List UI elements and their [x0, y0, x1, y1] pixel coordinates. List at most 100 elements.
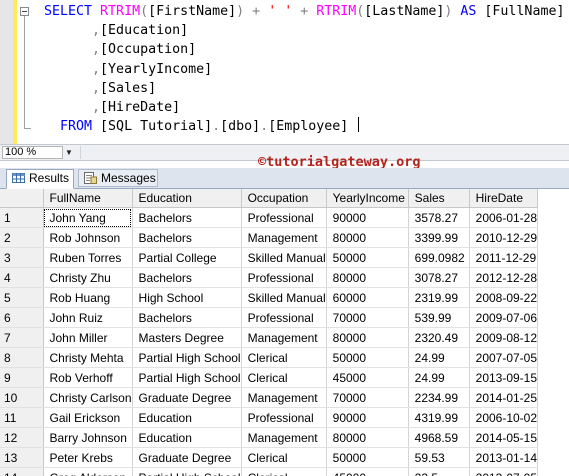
- grid-cell[interactable]: 2320.49: [408, 327, 470, 348]
- grid-cell[interactable]: 2014-05-15: [469, 427, 539, 448]
- grid-cell[interactable]: Partial College: [132, 247, 242, 268]
- collapse-icon[interactable]: [20, 7, 29, 16]
- grid-cell[interactable]: 2013-09-15: [469, 367, 539, 388]
- table-row[interactable]: 5 Rob Huang High School Skilled Manual 60000…: [0, 287, 539, 308]
- grid-cell[interactable]: Partial High School: [132, 347, 242, 368]
- table-row[interactable]: 12 Barry Johnson Education Management 80000 4…: [0, 427, 539, 448]
- grid-cell[interactable]: Gail Erickson: [43, 407, 133, 428]
- grid-cell[interactable]: Professional: [241, 267, 327, 288]
- row-number[interactable]: 5: [0, 287, 44, 308]
- grid-cell[interactable]: Clerical: [241, 447, 327, 468]
- grid-cell[interactable]: 90000: [326, 407, 409, 428]
- table-row[interactable]: 11 Gail Erickson Education Professional 9000…: [0, 407, 539, 428]
- column-header[interactable]: Occupation: [241, 189, 327, 208]
- row-number[interactable]: 12: [0, 427, 44, 448]
- grid-cell[interactable]: Professional: [241, 407, 327, 428]
- code-line[interactable]: ,[Education]: [44, 21, 564, 40]
- grid-cell[interactable]: Management: [241, 327, 327, 348]
- grid-cell[interactable]: Barry Johnson: [43, 427, 133, 448]
- grid-cell[interactable]: 50000: [326, 347, 409, 368]
- dropdown-arrow-icon[interactable]: ▼: [65, 149, 73, 157]
- grid-cell[interactable]: Skilled Manual: [241, 287, 327, 308]
- grid-cell[interactable]: Management: [241, 227, 327, 248]
- grid-cell[interactable]: 80000: [326, 327, 409, 348]
- grid-cell[interactable]: 2319.99: [408, 287, 470, 308]
- grid-cell[interactable]: Ruben Torres: [43, 247, 133, 268]
- code-line[interactable]: FROM [SQL Tutorial].[dbo].[Employee]: [44, 117, 564, 136]
- grid-cell[interactable]: Rob Verhoff: [43, 367, 133, 388]
- grid-cell[interactable]: 80000: [326, 427, 409, 448]
- sql-code[interactable]: SELECT RTRIM([FirstName]) + ' ' + RTRIM(…: [44, 2, 564, 136]
- grid-cell[interactable]: 45000: [326, 367, 409, 388]
- grid-cell[interactable]: 70000: [326, 307, 409, 328]
- grid-cell[interactable]: 2007-07-05: [469, 347, 539, 368]
- grid-cell[interactable]: 699.0982: [408, 247, 470, 268]
- grid-cell[interactable]: Management: [241, 387, 327, 408]
- grid-cell[interactable]: 80000: [326, 267, 409, 288]
- table-row[interactable]: 1 John Yang Bachelors Professional 90000 3578…: [0, 207, 539, 228]
- grid-cell[interactable]: 3078.27: [408, 267, 470, 288]
- grid-cell[interactable]: 4968.59: [408, 427, 470, 448]
- code-line[interactable]: ,[YearlyIncome]: [44, 60, 564, 79]
- grid-cell[interactable]: 2006-10-02: [469, 407, 539, 428]
- grid-cell[interactable]: 90000: [326, 207, 409, 228]
- row-number[interactable]: 10: [0, 387, 44, 408]
- row-number[interactable]: 1: [0, 207, 44, 228]
- table-row[interactable]: 13 Peter Krebs Graduate Degree Clerical 5000…: [0, 447, 539, 468]
- table-row[interactable]: 3 Ruben Torres Partial College Skilled Manu…: [0, 247, 539, 268]
- grid-cell[interactable]: 3578.27: [408, 207, 470, 228]
- grid-cell[interactable]: 24.99: [408, 367, 470, 388]
- grid-cell[interactable]: Bachelors: [132, 267, 242, 288]
- code-line[interactable]: ,[Occupation]: [44, 40, 564, 59]
- row-number[interactable]: 2: [0, 227, 44, 248]
- row-number[interactable]: 14: [0, 467, 44, 476]
- grid-cell[interactable]: Christy Zhu: [43, 267, 133, 288]
- grid-cell[interactable]: Education: [132, 407, 242, 428]
- grid-cell[interactable]: 2009-07-06: [469, 307, 539, 328]
- grid-cell[interactable]: Clerical: [241, 367, 327, 388]
- table-row[interactable]: 10 Christy Carlson Graduate Degree Manageme…: [0, 387, 539, 408]
- table-row[interactable]: 14Greg AldersonPartial High SchoolCleric…: [0, 467, 539, 476]
- code-line[interactable]: ,[Sales]: [44, 79, 564, 98]
- grid-cell[interactable]: Graduate Degree: [132, 447, 242, 468]
- column-header[interactable]: HireDate: [469, 189, 539, 208]
- grid-cell[interactable]: Peter Krebs: [43, 447, 133, 468]
- grid-cell[interactable]: Management: [241, 427, 327, 448]
- row-number[interactable]: 4: [0, 267, 44, 288]
- grid-cell[interactable]: 4319.99: [408, 407, 470, 428]
- grid-cell[interactable]: 2014-01-25: [469, 387, 539, 408]
- table-row[interactable]: 6 John Ruiz Bachelors Professional 70000 539.…: [0, 307, 539, 328]
- grid-cell[interactable]: John Ruiz: [43, 307, 133, 328]
- results-grid[interactable]: FullName Education Occupation YearlyIncome S…: [0, 189, 569, 476]
- grid-cell[interactable]: 23.5: [408, 467, 470, 476]
- grid-cell[interactable]: Partial High School: [132, 367, 242, 388]
- grid-cell[interactable]: Greg Alderson: [43, 467, 133, 476]
- grid-cell[interactable]: 70000: [326, 387, 409, 408]
- grid-cell[interactable]: Clerical: [241, 467, 327, 476]
- row-number[interactable]: 13: [0, 447, 44, 468]
- grid-cell[interactable]: 59.53: [408, 447, 470, 468]
- table-row[interactable]: 7 John Miller Masters Degree Management 8000…: [0, 327, 539, 348]
- code-line[interactable]: SELECT RTRIM([FirstName]) + ' ' + RTRIM(…: [44, 2, 564, 21]
- grid-corner[interactable]: [0, 189, 44, 208]
- table-row[interactable]: 2 Rob Johnson Bachelors Management 80000 3399…: [0, 227, 539, 248]
- grid-cell[interactable]: Graduate Degree: [132, 387, 242, 408]
- grid-cell[interactable]: High School: [132, 287, 242, 308]
- table-row[interactable]: 8 Christy Mehta Partial High School Clerica…: [0, 347, 539, 368]
- grid-cell[interactable]: 2012-12-28: [469, 267, 539, 288]
- grid-cell[interactable]: Masters Degree: [132, 327, 242, 348]
- row-number[interactable]: 11: [0, 407, 44, 428]
- row-number[interactable]: 7: [0, 327, 44, 348]
- grid-cell[interactable]: 24.99: [408, 347, 470, 368]
- grid-cell[interactable]: 2008-09-22: [469, 287, 539, 308]
- grid-cell[interactable]: 2011-12-29: [469, 247, 539, 268]
- grid-cell[interactable]: 2006-01-28: [469, 207, 539, 228]
- grid-cell[interactable]: Clerical: [241, 347, 327, 368]
- grid-cell[interactable]: 45000: [326, 467, 409, 476]
- grid-cell[interactable]: Skilled Manual: [241, 247, 327, 268]
- grid-cell[interactable]: 539.99: [408, 307, 470, 328]
- column-header[interactable]: YearlyIncome: [326, 189, 409, 208]
- column-header[interactable]: Education: [132, 189, 242, 208]
- grid-cell[interactable]: 2009-08-12: [469, 327, 539, 348]
- grid-cell[interactable]: 60000: [326, 287, 409, 308]
